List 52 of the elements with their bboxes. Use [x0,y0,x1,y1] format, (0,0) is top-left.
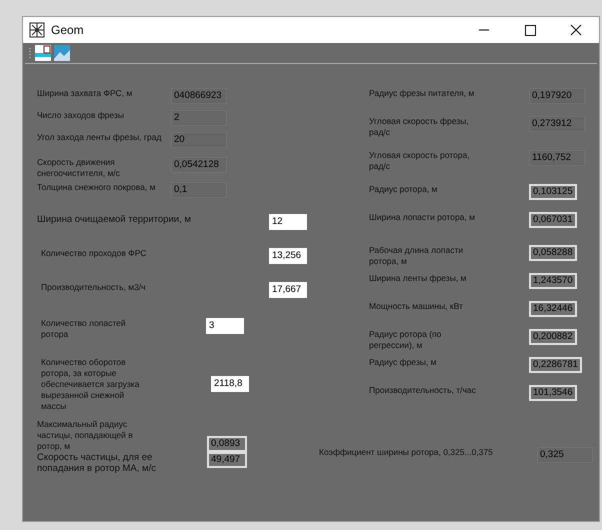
field-label: Скорость частицы, для ее попадания в ротор МА, м/с [37,452,157,474]
field-label: Ширина очищаемой территории, м [37,214,192,225]
input-field[interactable]: 0,273912 [529,116,585,132]
input-field[interactable]: 0,200882 [529,329,577,345]
input-field[interactable]: 13,256 [269,248,307,264]
field-label: Количество проходов ФРС [40,248,148,259]
input-field[interactable]: 040866923 [171,88,227,104]
input-field[interactable]: 3 [206,318,244,334]
field-label: Радиус фрезы, м [369,357,438,368]
input-field[interactable]: 17,667 [269,282,307,298]
field-label: Радиус ротора, м [369,184,438,195]
input-field[interactable]: 20 [171,132,227,148]
input-field[interactable]: 0,0893 [207,436,247,452]
field-label: Коэффициент ширины ротора, 0,325...0,375 [319,447,494,458]
field-label: Производительность, м3/ч [40,282,147,293]
input-field[interactable]: 0,103125 [529,184,577,200]
field-label: Мощность машины, кВт [369,301,464,312]
input-field[interactable]: 49,497 [207,452,247,468]
field-label: Количество оборотов ротора, за которые обеспечивается загрузка вырезанной снежной массы [40,356,140,412]
grip-icon [29,47,32,59]
field-label: Максимальный радиус частицы, попадающей в ротор, м [37,419,134,452]
field-label: Ширина лопасти ротора, м [369,212,476,223]
field-label: Угол захода ленты фрезы, град [37,132,162,143]
field-label: Производительность, т/час [369,385,477,396]
field-label: Ширина захвата ФРС, м [37,88,134,99]
field-label: Угловая скорость фрезы, рад/с [369,116,470,138]
app-icon [29,22,45,38]
input-field[interactable]: 1,243570 [529,273,577,289]
input-field[interactable]: 0,0542128 [171,157,227,173]
input-field[interactable]: 2 [171,110,227,126]
input-field[interactable]: 12 [269,214,307,230]
field-label: Радиус ротора (по регрессии), м [369,329,442,351]
input-field[interactable]: 0,058288 [529,245,577,261]
input-field[interactable]: 0,2286781 [529,357,582,373]
chart-icon[interactable] [35,45,51,61]
field-label: Количество лопастей ротора [40,318,127,340]
input-field[interactable]: 0,325 [537,447,593,463]
input-field[interactable]: 0,1 [171,182,227,198]
input-field[interactable]: 0,197920 [529,88,585,104]
window-title: Geom [51,23,84,37]
input-field[interactable]: 2118,8 [211,376,249,392]
field-label: Рабочая длина лопасти ротора, м [369,245,464,267]
field-label: Толщина снежного покрова, м [37,182,156,193]
field-label: Ширина ленты фрезы, м [369,273,468,284]
field-label: Радиус фрезы питателя, м [369,88,476,99]
input-field[interactable]: 1160,752 [529,150,585,166]
input-field[interactable]: 0,067031 [529,212,577,228]
input-field[interactable]: 101,3546 [529,385,577,401]
field-label: Число заходов фрезы [37,110,125,121]
input-field[interactable]: 16,32446 [529,301,577,317]
field-label: Угловая скорость ротора, рад/с [369,150,471,172]
field-label: Скорость движения снегоочистителя, м/с [37,157,121,179]
